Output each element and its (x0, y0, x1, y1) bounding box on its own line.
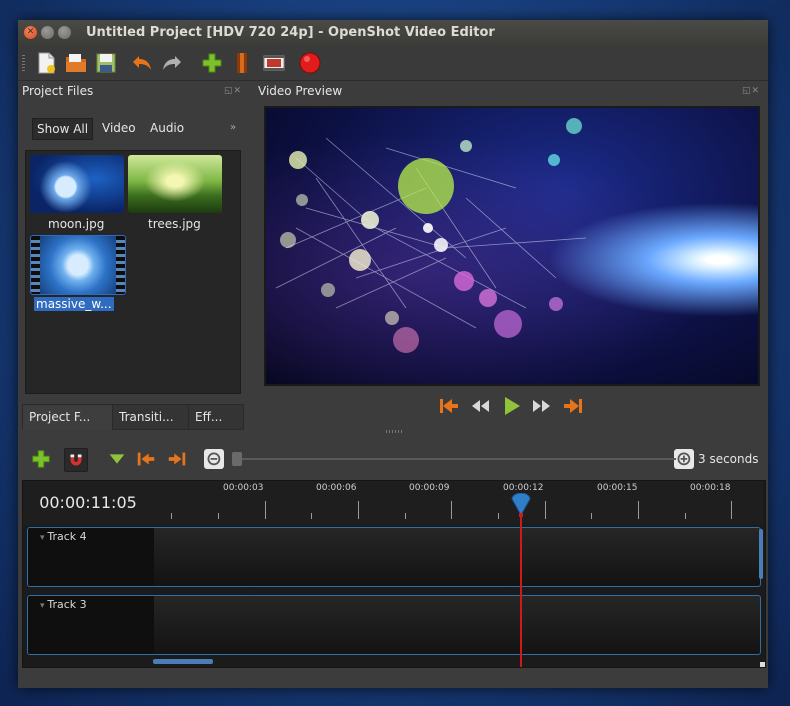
timeline-ruler[interactable]: 00:00:03 00:00:06 00:00:09 00:00:12 00:0… (153, 481, 763, 525)
open-project-icon[interactable] (64, 51, 88, 75)
film-strip-left (31, 236, 40, 294)
project-files-list: moon.jpg trees.jpg massive_w... (25, 150, 241, 394)
video-preview-dock-buttons[interactable]: ◱✕ (742, 86, 760, 96)
jump-to-start-icon[interactable] (437, 394, 461, 418)
fullscreen-icon[interactable] (262, 51, 286, 75)
redo-icon[interactable] (160, 51, 184, 75)
minimize-window-button[interactable] (41, 26, 54, 39)
rewind-icon[interactable] (468, 394, 492, 418)
ruler-label: 00:00:09 (409, 483, 450, 493)
zoom-out-icon[interactable] (204, 449, 224, 469)
new-project-icon[interactable] (34, 51, 58, 75)
timeline-vertical-scrollbar[interactable] (759, 529, 763, 579)
file-thumbnail-trees[interactable] (128, 155, 222, 213)
track-header[interactable]: Track 4 (28, 528, 154, 586)
file-name-trees[interactable]: trees.jpg (148, 217, 201, 231)
zoom-slider-handle[interactable] (232, 452, 242, 466)
ruler-label: 00:00:18 (690, 483, 731, 493)
add-marker-icon[interactable] (106, 448, 128, 470)
ruler-label: 00:00:15 (597, 483, 638, 493)
panel-splitter[interactable] (386, 430, 402, 433)
scroll-corner (760, 662, 765, 667)
playhead-marker-icon[interactable] (510, 492, 532, 517)
openshot-window: ✕ Untitled Project [HDV 720 24p] - OpenS… (18, 20, 768, 688)
fast-forward-icon[interactable] (530, 394, 554, 418)
timeline-track[interactable]: Track 4 (27, 527, 761, 587)
save-project-icon[interactable] (94, 51, 118, 75)
snapping-toggle-icon[interactable] (64, 448, 88, 472)
play-icon[interactable] (499, 394, 523, 418)
ruler-label: 00:00:03 (223, 483, 264, 493)
file-name-massive[interactable]: massive_w... (34, 297, 114, 311)
undo-icon[interactable] (130, 51, 154, 75)
next-marker-icon[interactable] (166, 448, 188, 470)
timeline: 00:00:11:05 00:00:03 00:00:06 00:00:09 0… (22, 480, 766, 668)
add-track-icon[interactable] (30, 448, 52, 470)
file-thumbnail-moon[interactable] (30, 155, 124, 213)
window-title: Untitled Project [HDV 720 24p] - OpenSho… (86, 25, 495, 40)
close-window-button[interactable]: ✕ (24, 26, 37, 39)
choose-profile-icon[interactable] (230, 51, 254, 75)
playback-controls (18, 392, 768, 422)
file-name-moon[interactable]: moon.jpg (48, 217, 104, 231)
video-preview-canvas (264, 106, 760, 386)
project-files-dock-buttons[interactable]: ◱✕ (224, 86, 242, 96)
ruler-label: 00:00:06 (316, 483, 357, 493)
filter-show-all[interactable]: Show All (32, 118, 94, 140)
track-name: Track 4 (40, 530, 86, 543)
playhead-line[interactable] (520, 517, 522, 667)
previous-marker-icon[interactable] (135, 448, 157, 470)
film-strip-right (116, 236, 125, 294)
file-filter-tabs: Show All Video Audio » (24, 114, 246, 142)
track-name: Track 3 (40, 598, 86, 611)
project-files-title: Project Files (22, 84, 94, 98)
filter-audio[interactable]: Audio (150, 118, 184, 138)
zoom-slider-track[interactable] (236, 458, 676, 460)
file-thumbnail-massive[interactable] (30, 235, 126, 295)
export-video-icon[interactable] (298, 51, 322, 75)
current-timecode: 00:00:11:05 (23, 481, 153, 525)
import-files-icon[interactable] (200, 51, 224, 75)
preview-frame-image (275, 118, 587, 353)
timeline-track[interactable]: Track 3 (27, 595, 761, 655)
jump-to-end-icon[interactable] (561, 394, 585, 418)
toolbar-grip[interactable] (22, 55, 25, 71)
title-bar: ✕ Untitled Project [HDV 720 24p] - OpenS… (18, 20, 768, 46)
maximize-window-button[interactable] (58, 26, 71, 39)
zoom-in-icon[interactable] (674, 449, 694, 469)
timeline-horizontal-scrollbar[interactable] (153, 659, 213, 664)
track-header[interactable]: Track 3 (28, 596, 154, 654)
filter-video[interactable]: Video (102, 118, 136, 138)
ruler-label: 00:00:12 (503, 483, 544, 493)
zoom-scale-label: 3 seconds (698, 452, 759, 466)
more-filters-icon[interactable]: » (230, 118, 236, 138)
main-toolbar (18, 46, 768, 81)
video-preview-title: Video Preview (258, 84, 343, 98)
